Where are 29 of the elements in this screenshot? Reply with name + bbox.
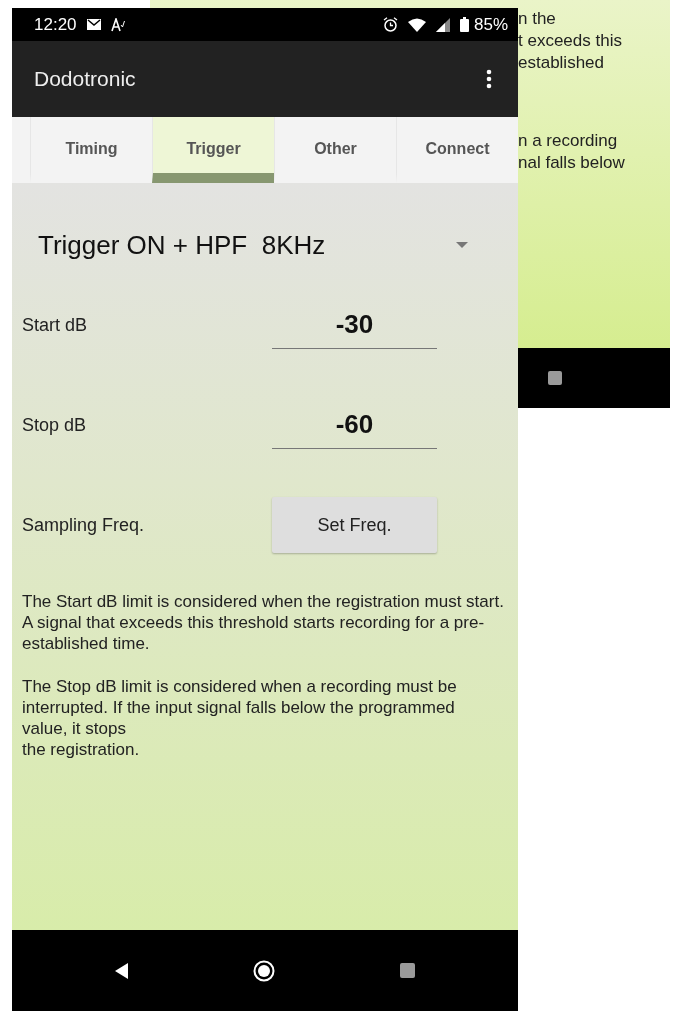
caret-icon	[456, 242, 468, 248]
field-label: Stop dB	[22, 414, 88, 436]
text-line: n the	[518, 8, 557, 30]
alarm-clock-icon	[382, 17, 398, 32]
app-title: Dodotronic	[34, 67, 136, 91]
number-field[interactable]: -60	[272, 401, 437, 449]
battery-percent: 85%	[473, 14, 508, 35]
square-icon[interactable]	[400, 963, 416, 978]
text-line: established	[518, 52, 605, 74]
text-line: nal falls below	[518, 152, 626, 174]
spellcheck-icon	[110, 17, 125, 32]
text-line: n a recording	[518, 130, 619, 152]
battery-icon	[459, 17, 469, 32]
back-icon[interactable]	[114, 962, 128, 979]
field-label: Start dB	[22, 314, 89, 336]
mail-icon	[86, 19, 101, 30]
help-paragraph: The Start dB limit is considered when the registration must start. A signal that exceeds this threshold starts recording for a pre-established time.	[22, 591, 504, 654]
set-freq-button[interactable]: Set Freq.	[272, 497, 437, 553]
wifi-icon	[407, 17, 426, 32]
mode-dropdown[interactable]: Trigger ON + HPF 8KHz	[38, 223, 468, 267]
status-time: 12:20	[34, 14, 77, 35]
help-paragraph: The Stop dB limit is considered when a recording must be interrupted. If the input signal falls below the programmed value, it stops the registration.	[22, 676, 458, 760]
signal-icon	[435, 17, 450, 32]
home-icon[interactable]	[253, 959, 275, 982]
number-field[interactable]: -30	[272, 301, 437, 349]
field-label: Sampling Freq.	[22, 514, 146, 536]
tab[interactable]: Trigger	[152, 117, 274, 183]
text-line: t exceeds this	[518, 30, 623, 52]
square-icon	[548, 371, 562, 385]
